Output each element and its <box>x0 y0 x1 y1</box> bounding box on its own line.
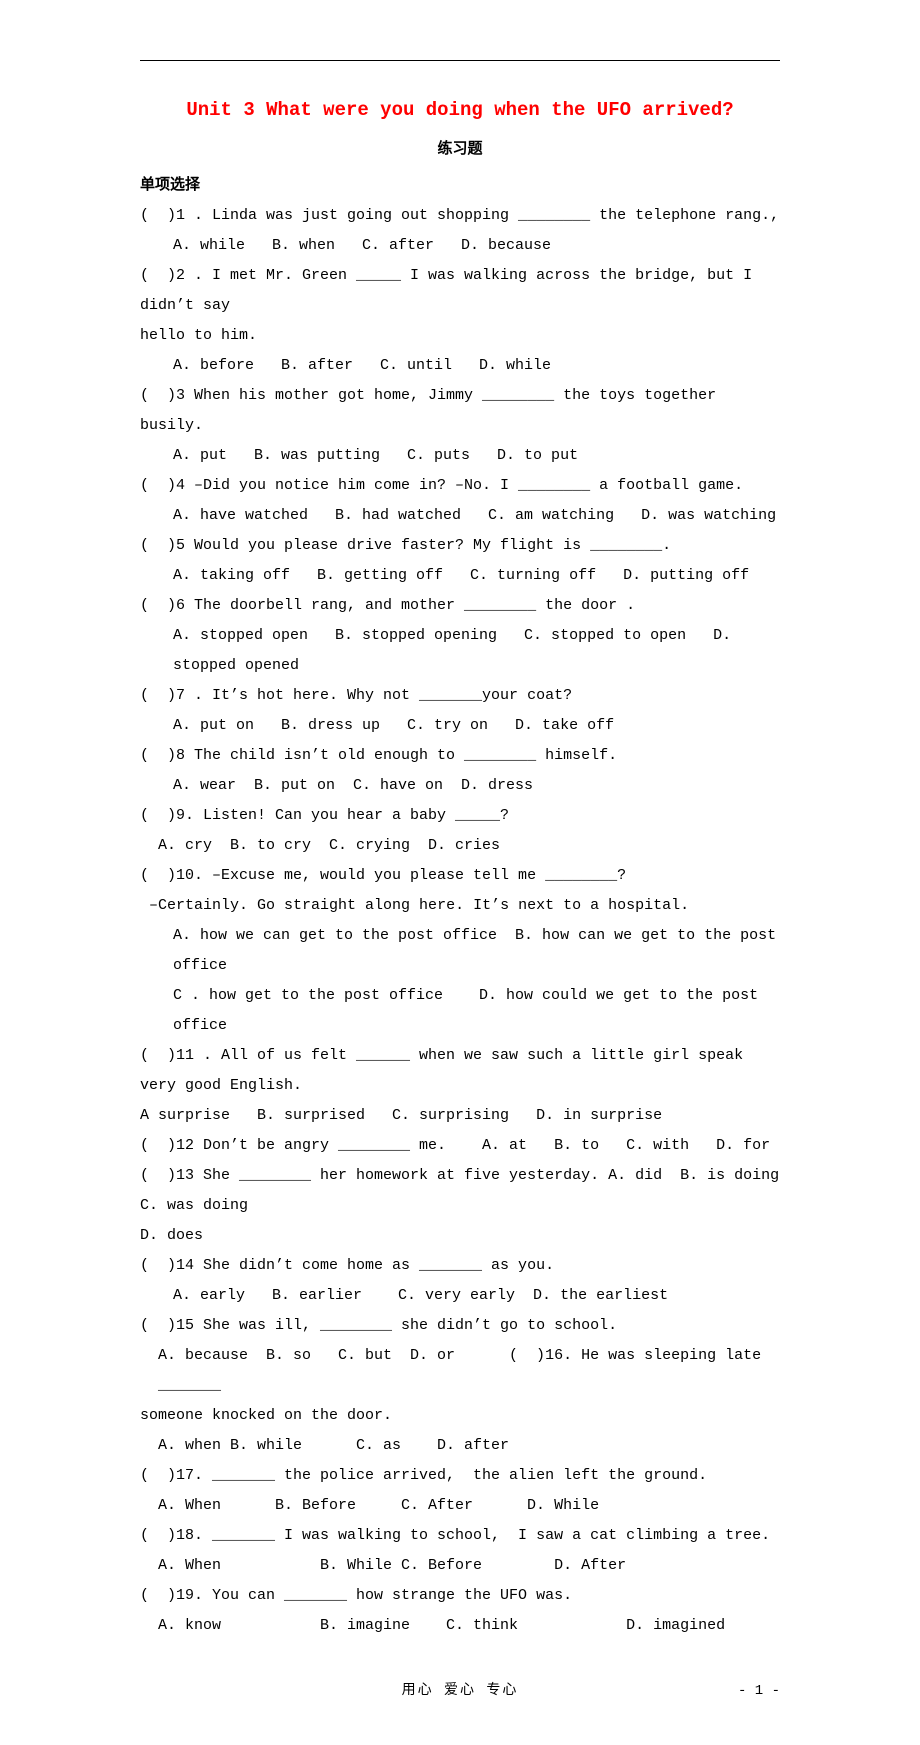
question-line: ( )15 She was ill, ________ she didn’t g… <box>140 1311 780 1341</box>
question-line: ( )3 When his mother got home, Jimmy ___… <box>140 381 780 441</box>
top-rule <box>140 60 780 61</box>
question-line: ( )19. You can _______ how strange the U… <box>140 1581 780 1611</box>
option-line: A. When B. While C. Before D. After <box>140 1551 780 1581</box>
question-line: ( )1 . Linda was just going out shopping… <box>140 201 780 231</box>
option-line: A. stopped open B. stopped opening C. st… <box>140 621 780 681</box>
option-line: A. put B. was putting C. puts D. to put <box>140 441 780 471</box>
page-footer: 用心 爱心 专心 - 1 - <box>140 1677 780 1705</box>
footer-center: 用心 爱心 专心 <box>220 1677 700 1705</box>
question-line: ( )14 She didn’t come home as _______ as… <box>140 1251 780 1281</box>
question-line: ( )17. _______ the police arrived, the a… <box>140 1461 780 1491</box>
question-line: D. does <box>140 1221 780 1251</box>
question-line: ( )2 . I met Mr. Green _____ I was walki… <box>140 261 780 321</box>
question-line: ( )7 . It’s hot here. Why not _______you… <box>140 681 780 711</box>
question-line: ( )18. _______ I was walking to school, … <box>140 1521 780 1551</box>
option-line: A. early B. earlier C. very early D. the… <box>140 1281 780 1311</box>
question-line: –Certainly. Go straight along here. It’s… <box>140 891 780 921</box>
question-list: ( )1 . Linda was just going out shopping… <box>140 201 780 1641</box>
footer-page-number: - 1 - <box>700 1677 780 1705</box>
option-line: C . how get to the post office D. how co… <box>140 981 780 1041</box>
footer-left <box>140 1677 220 1705</box>
question-line: ( )10. –Excuse me, would you please tell… <box>140 861 780 891</box>
question-line: someone knocked on the door. <box>140 1401 780 1431</box>
question-line: ( )13 She ________ her homework at five … <box>140 1161 780 1221</box>
option-line: A. when B. while C. as D. after <box>140 1431 780 1461</box>
option-line: A. because B. so C. but D. or ( )16. He … <box>140 1341 780 1401</box>
option-line: A. cry B. to cry C. crying D. cries <box>140 831 780 861</box>
question-line: ( )9. Listen! Can you hear a baby _____? <box>140 801 780 831</box>
question-line: ( )4 –Did you notice him come in? –No. I… <box>140 471 780 501</box>
question-line: ( )12 Don’t be angry ________ me. A. at … <box>140 1131 780 1161</box>
section-heading: 单项选择 <box>140 171 780 201</box>
question-line: ( )8 The child isn’t old enough to _____… <box>140 741 780 771</box>
doc-title: Unit 3 What were you doing when the UFO … <box>140 91 780 129</box>
option-line: A. When B. Before C. After D. While <box>140 1491 780 1521</box>
doc-subtitle: 练习题 <box>140 135 780 165</box>
question-line: ( )5 Would you please drive faster? My f… <box>140 531 780 561</box>
page: Unit 3 What were you doing when the UFO … <box>70 0 850 1745</box>
option-line: A. wear B. put on C. have on D. dress <box>140 771 780 801</box>
option-line: A. taking off B. getting off C. turning … <box>140 561 780 591</box>
question-line: ( )11 . All of us felt ______ when we sa… <box>140 1041 780 1101</box>
option-line: A. put on B. dress up C. try on D. take … <box>140 711 780 741</box>
option-line: A. while B. when C. after D. because <box>140 231 780 261</box>
question-line: ( )6 The doorbell rang, and mother _____… <box>140 591 780 621</box>
option-line: A. know B. imagine C. think D. imagined <box>140 1611 780 1641</box>
option-line: A. have watched B. had watched C. am wat… <box>140 501 780 531</box>
option-line: A. before B. after C. until D. while <box>140 351 780 381</box>
question-line: A surprise B. surprised C. surprising D.… <box>140 1101 780 1131</box>
option-line: A. how we can get to the post office B. … <box>140 921 780 981</box>
question-line: hello to him. <box>140 321 780 351</box>
